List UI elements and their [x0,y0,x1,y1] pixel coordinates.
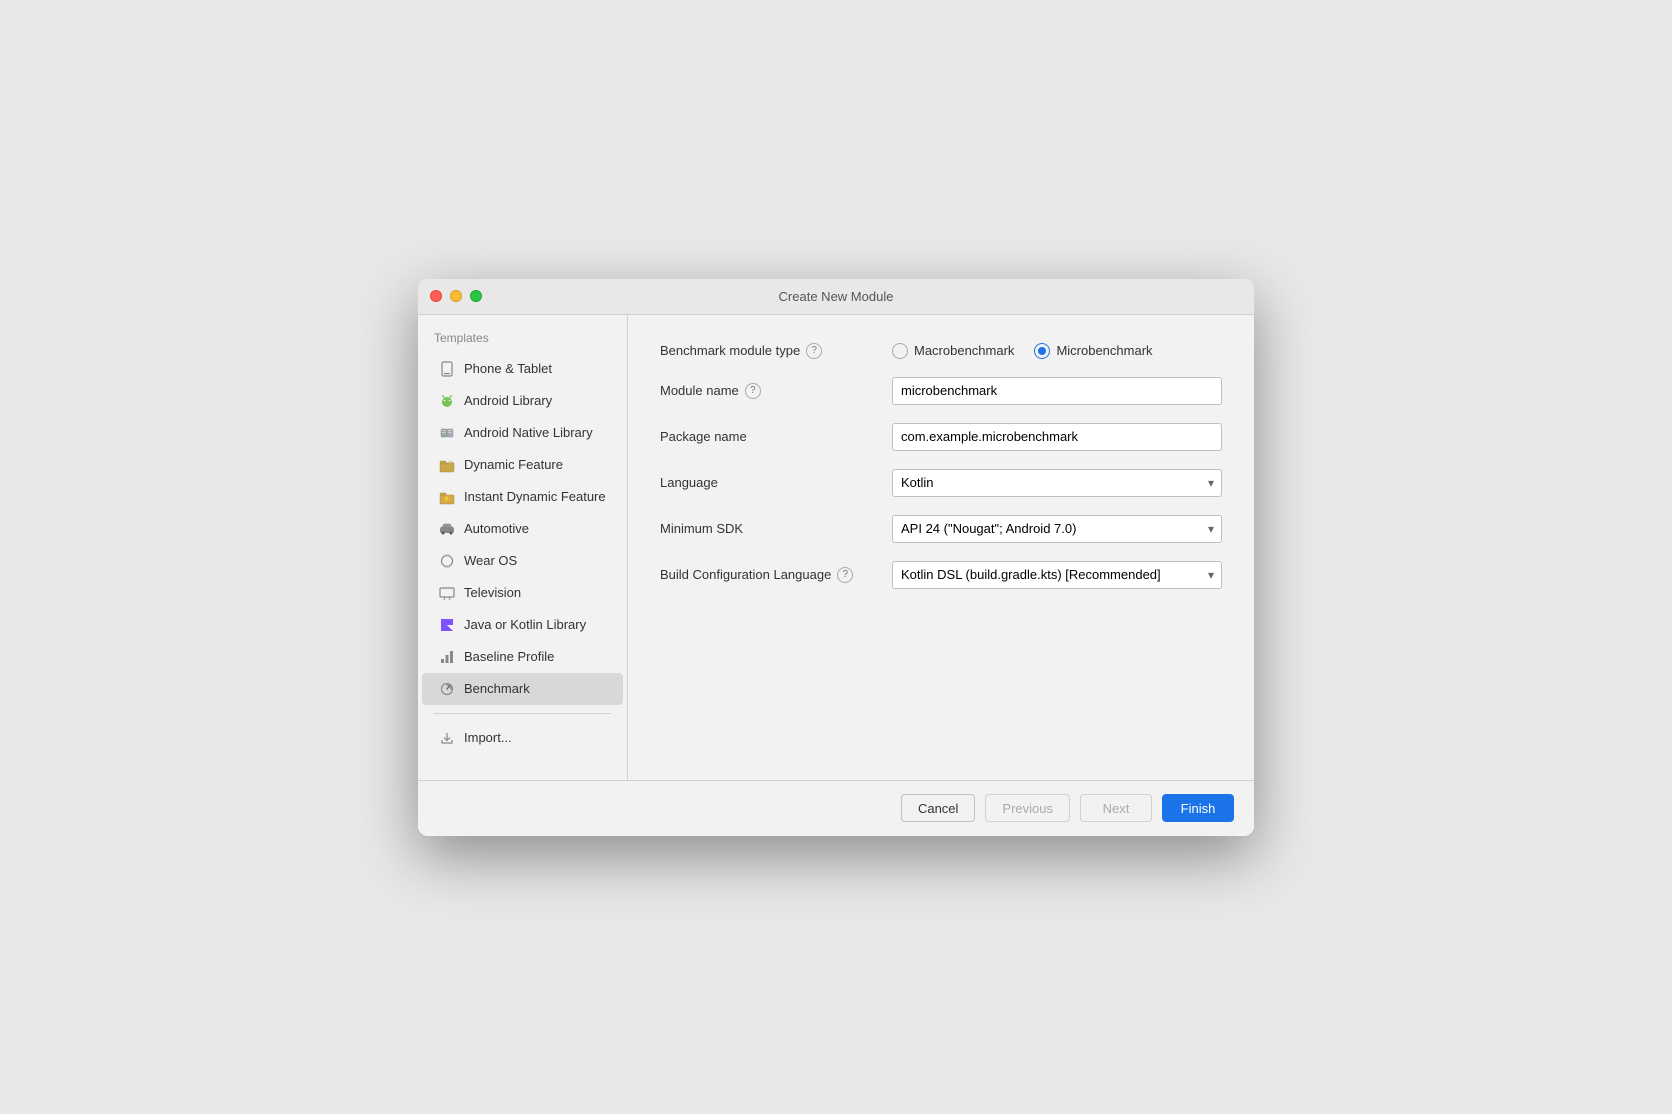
sidebar-item-wear-os[interactable]: Wear OS [422,545,623,577]
cancel-button[interactable]: Cancel [901,794,975,822]
sidebar-item-label: Java or Kotlin Library [464,617,586,632]
benchmark-type-radio-group: Macrobenchmark Microbenchmark [892,343,1222,359]
previous-button[interactable]: Previous [985,794,1070,822]
sidebar-item-baseline-profile[interactable]: Baseline Profile [422,641,623,673]
sidebar-item-android-native-library[interactable]: Android Native Library [422,417,623,449]
create-new-module-dialog: Create New Module Templates Phone & Tabl… [418,279,1254,836]
sidebar: Templates Phone & Tablet [418,315,628,780]
sidebar-item-label: Benchmark [464,681,530,696]
sidebar-item-benchmark[interactable]: Benchmark [422,673,623,705]
dialog-title: Create New Module [779,289,894,304]
macrobenchmark-radio[interactable] [892,343,908,359]
module-name-row: Module name ? [660,377,1222,405]
build-config-row: Build Configuration Language ? Kotlin DS… [660,561,1222,589]
module-name-help-icon[interactable]: ? [745,383,761,399]
instant-icon: ⚡ [438,488,456,506]
sidebar-item-label: Wear OS [464,553,517,568]
minimum-sdk-select[interactable]: API 24 ("Nougat"; Android 7.0) API 21 ("… [892,515,1222,543]
sidebar-item-label: Baseline Profile [464,649,554,664]
sidebar-item-label: Android Library [464,393,552,408]
module-name-label: Module name ? [660,383,880,399]
macrobenchmark-option[interactable]: Macrobenchmark [892,343,1014,359]
minimum-sdk-row: Minimum SDK API 24 ("Nougat"; Android 7.… [660,515,1222,543]
macrobenchmark-label: Macrobenchmark [914,343,1014,358]
sidebar-item-label: Instant Dynamic Feature [464,489,606,504]
dialog-body: Templates Phone & Tablet [418,315,1254,780]
package-name-field-wrapper [892,423,1222,451]
sidebar-item-label: Television [464,585,521,600]
sidebar-item-label: Import... [464,730,512,745]
sidebar-item-label: Android Native Library [464,425,593,440]
package-name-input[interactable] [892,423,1222,451]
language-label: Language [660,475,880,490]
svg-text:⚡: ⚡ [443,494,452,503]
main-content: Benchmark module type ? Macrobenchmark M… [628,315,1254,780]
automotive-icon [438,520,456,538]
sidebar-item-phone-tablet[interactable]: Phone & Tablet [422,353,623,385]
sidebar-item-import[interactable]: Import... [422,722,623,754]
sidebar-item-instant-dynamic-feature[interactable]: ⚡ Instant Dynamic Feature [422,481,623,513]
sidebar-item-label: Dynamic Feature [464,457,563,472]
package-name-label: Package name [660,429,880,444]
wearos-icon [438,552,456,570]
maximize-button[interactable] [470,290,482,302]
sidebar-item-dynamic-feature[interactable]: Dynamic Feature [422,449,623,481]
import-icon [438,729,456,747]
minimum-sdk-select-wrapper: API 24 ("Nougat"; Android 7.0) API 21 ("… [892,515,1222,543]
build-config-label: Build Configuration Language ? [660,567,880,583]
benchmark-type-help-icon[interactable]: ? [806,343,822,359]
next-button[interactable]: Next [1080,794,1152,822]
minimum-sdk-label: Minimum SDK [660,521,880,536]
finish-button[interactable]: Finish [1162,794,1234,822]
build-config-help-icon[interactable]: ? [837,567,853,583]
sidebar-item-label: Automotive [464,521,529,536]
traffic-lights [430,290,482,302]
benchmark-module-type-row: Benchmark module type ? Macrobenchmark M… [660,343,1222,359]
title-bar: Create New Module [418,279,1254,315]
kotlin-icon [438,616,456,634]
module-name-field-wrapper [892,377,1222,405]
sidebar-divider [434,713,611,714]
build-config-select[interactable]: Kotlin DSL (build.gradle.kts) [Recommend… [892,561,1222,589]
sidebar-item-java-kotlin-library[interactable]: Java or Kotlin Library [422,609,623,641]
tv-icon [438,584,456,602]
sidebar-item-television[interactable]: Television [422,577,623,609]
microbenchmark-radio[interactable] [1034,343,1050,359]
native-icon [438,424,456,442]
benchmark-module-type-label: Benchmark module type ? [660,343,880,359]
close-button[interactable] [430,290,442,302]
dialog-footer: Cancel Previous Next Finish [418,780,1254,836]
microbenchmark-label: Microbenchmark [1056,343,1152,358]
language-select-wrapper: Kotlin Java [892,469,1222,497]
phone-icon [438,360,456,378]
microbenchmark-option[interactable]: Microbenchmark [1034,343,1152,359]
android-icon [438,392,456,410]
sidebar-section-label: Templates [418,331,627,353]
minimize-button[interactable] [450,290,462,302]
sidebar-item-label: Phone & Tablet [464,361,552,376]
language-row: Language Kotlin Java [660,469,1222,497]
sidebar-item-automotive[interactable]: Automotive [422,513,623,545]
benchmark-icon [438,680,456,698]
baseline-icon [438,648,456,666]
dynamic-icon [438,456,456,474]
module-name-input[interactable] [892,377,1222,405]
build-config-select-wrapper: Kotlin DSL (build.gradle.kts) [Recommend… [892,561,1222,589]
package-name-row: Package name [660,423,1222,451]
sidebar-item-android-library[interactable]: Android Library [422,385,623,417]
language-select[interactable]: Kotlin Java [892,469,1222,497]
